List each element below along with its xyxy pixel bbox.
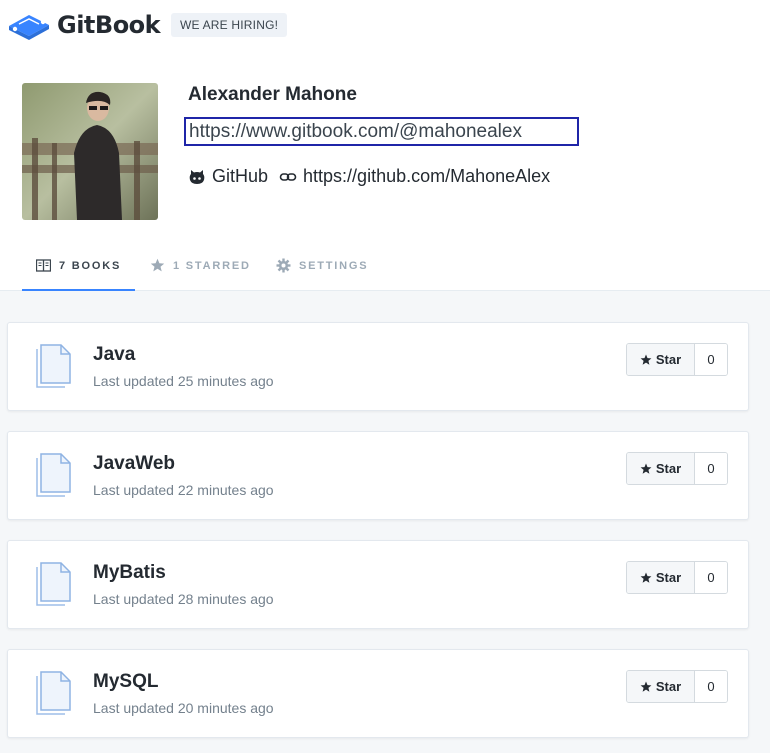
book-updated: Last updated 28 minutes ago bbox=[93, 591, 274, 607]
tab-books[interactable]: 7 BOOKS bbox=[22, 240, 135, 292]
star-label: Star bbox=[655, 461, 682, 476]
star-icon bbox=[640, 354, 652, 365]
profile-url[interactable]: https://www.gitbook.com/@mahonealex bbox=[184, 117, 579, 146]
star-label: Star bbox=[655, 679, 682, 694]
book-icon bbox=[36, 562, 71, 606]
book-updated: Last updated 20 minutes ago bbox=[93, 700, 274, 716]
gitbook-logo[interactable]: GitBook bbox=[7, 8, 161, 42]
avatar-photo bbox=[22, 83, 158, 220]
gitbook-logo-icon bbox=[9, 15, 49, 40]
book-card-java[interactable]: Java Last updated 25 minutes ago Star 0 bbox=[7, 322, 749, 411]
star-button[interactable]: Star bbox=[627, 344, 695, 375]
star-group: Star 0 bbox=[626, 670, 728, 703]
book-list: Java Last updated 25 minutes ago Star 0 … bbox=[0, 291, 770, 753]
top-bar: GitBook WE ARE HIRING! bbox=[0, 0, 770, 50]
github-icon bbox=[189, 169, 205, 184]
star-count[interactable]: 0 bbox=[695, 453, 727, 484]
tab-starred-label: 1 STARRED bbox=[173, 259, 251, 272]
star-button[interactable]: Star bbox=[627, 453, 695, 484]
star-label: Star bbox=[655, 352, 682, 367]
link-icon bbox=[279, 172, 297, 181]
star-icon bbox=[640, 572, 652, 583]
star-count[interactable]: 0 bbox=[695, 562, 727, 593]
book-card-javaweb[interactable]: JavaWeb Last updated 22 minutes ago Star… bbox=[7, 431, 749, 520]
book-title[interactable]: MyBatis bbox=[93, 562, 166, 584]
github-label: GitHub bbox=[212, 166, 269, 186]
book-title[interactable]: MySQL bbox=[93, 671, 158, 693]
tab-starred[interactable]: 1 STARRED bbox=[150, 240, 251, 291]
profile-name: Alexander Mahone bbox=[188, 84, 357, 105]
star-icon bbox=[640, 681, 652, 692]
book-title[interactable]: JavaWeb bbox=[93, 453, 175, 475]
hiring-badge[interactable]: WE ARE HIRING! bbox=[171, 13, 288, 37]
profile-tabs: 7 BOOKS 1 STARRED SETTINGS bbox=[0, 240, 770, 292]
star-button[interactable]: Star bbox=[627, 562, 695, 593]
star-group: Star 0 bbox=[626, 343, 728, 376]
book-title[interactable]: Java bbox=[93, 344, 135, 366]
tab-books-label: 7 BOOKS bbox=[59, 259, 122, 272]
star-icon bbox=[150, 258, 165, 272]
star-label: Star bbox=[655, 570, 682, 585]
logo-text: GitBook bbox=[57, 11, 161, 39]
star-group: Star 0 bbox=[626, 452, 728, 485]
avatar bbox=[22, 83, 158, 220]
github-url-link[interactable]: https://github.com/MahoneAlex bbox=[279, 166, 550, 187]
book-icon bbox=[36, 671, 71, 715]
book-open-icon bbox=[36, 259, 51, 272]
star-icon bbox=[640, 463, 652, 474]
book-icon bbox=[36, 453, 71, 497]
star-button[interactable]: Star bbox=[627, 671, 695, 702]
profile-links: GitHub https://github.com/MahoneAlex bbox=[188, 166, 550, 187]
star-count[interactable]: 0 bbox=[695, 344, 727, 375]
book-card-mysql[interactable]: MySQL Last updated 20 minutes ago Star 0 bbox=[7, 649, 749, 738]
tab-settings-label: SETTINGS bbox=[299, 259, 369, 272]
book-icon bbox=[36, 344, 71, 388]
star-group: Star 0 bbox=[626, 561, 728, 594]
star-count[interactable]: 0 bbox=[695, 671, 727, 702]
github-link[interactable]: GitHub bbox=[188, 166, 268, 187]
tab-settings[interactable]: SETTINGS bbox=[276, 240, 368, 291]
book-updated: Last updated 22 minutes ago bbox=[93, 482, 274, 498]
book-updated: Last updated 25 minutes ago bbox=[93, 373, 274, 389]
book-card-mybatis[interactable]: MyBatis Last updated 28 minutes ago Star… bbox=[7, 540, 749, 629]
github-url: https://github.com/MahoneAlex bbox=[303, 166, 551, 186]
gear-icon bbox=[276, 258, 291, 273]
